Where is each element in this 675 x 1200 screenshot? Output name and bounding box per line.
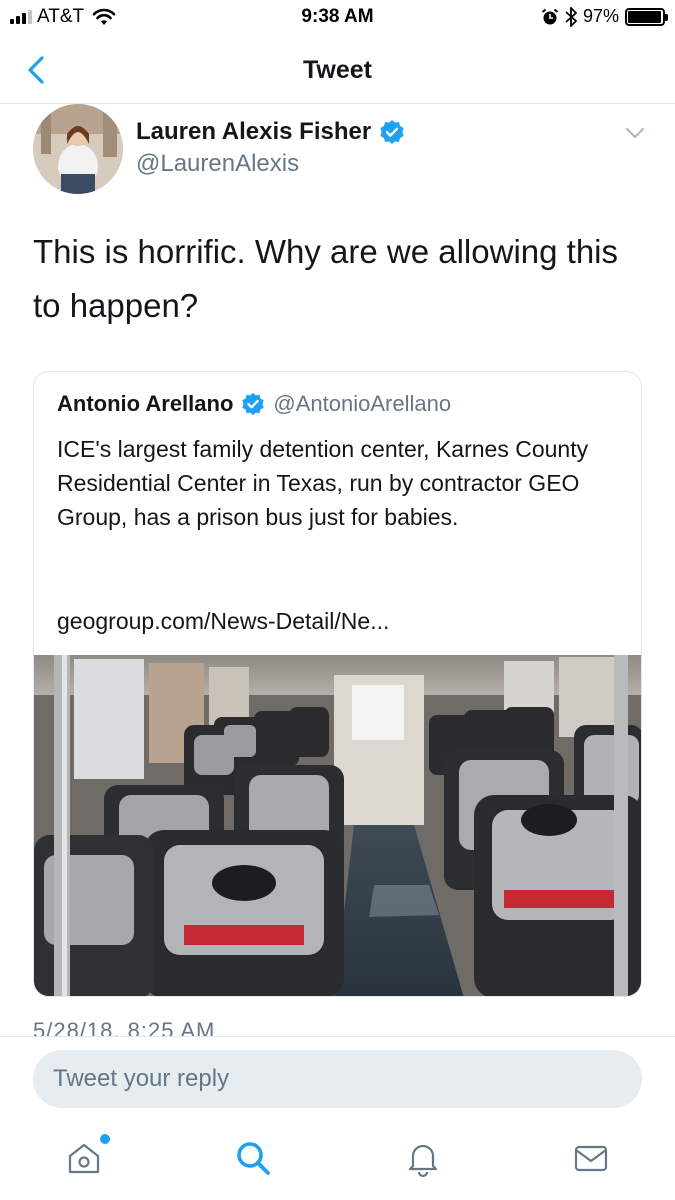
- author-name[interactable]: Lauren Alexis Fisher: [136, 118, 371, 146]
- battery-icon: [625, 7, 668, 26]
- verified-badge-icon: [242, 392, 265, 416]
- author-handle[interactable]: @LaurenAlexis: [136, 150, 299, 178]
- tab-home[interactable]: [64, 1134, 110, 1182]
- mail-icon: [574, 1145, 608, 1172]
- nav-header: Tweet: [0, 36, 675, 104]
- avatar[interactable]: [33, 104, 123, 194]
- bluetooth-icon: [565, 6, 577, 27]
- page-title: Tweet: [303, 56, 372, 84]
- quoted-link[interactable]: geogroup.com/News-Detail/Ne...: [57, 604, 389, 638]
- quoted-author-name: Antonio Arellano: [57, 391, 234, 416]
- tweet-author: Lauren Alexis Fisher @LaurenAlexis: [0, 104, 675, 204]
- battery-percent: 97%: [582, 6, 619, 26]
- tab-bar: [0, 1122, 675, 1200]
- author-name-row: Lauren Alexis Fisher: [136, 118, 405, 146]
- quoted-header: Antonio Arellano @AntonioArellano: [57, 391, 451, 417]
- reply-input[interactable]: [33, 1050, 642, 1108]
- chevron-down-icon[interactable]: [625, 126, 645, 140]
- status-bar: AT&T 9:38 AM 97%: [0, 0, 675, 36]
- tab-search[interactable]: [233, 1138, 277, 1182]
- alarm-icon: [541, 8, 559, 24]
- home-icon: [68, 1143, 100, 1174]
- tweet-text: This is horrific. Why are we allowing th…: [33, 233, 619, 324]
- verified-badge-icon: [380, 120, 404, 144]
- search-icon: [237, 1142, 270, 1175]
- reply-bar: [0, 1036, 675, 1122]
- tab-messages[interactable]: [571, 1138, 615, 1182]
- bus-interior-photo[interactable]: [34, 655, 642, 997]
- notification-dot: [100, 1134, 110, 1144]
- battery-fill: [628, 10, 661, 23]
- bell-icon: [408, 1144, 438, 1178]
- avatar-photo: [33, 104, 123, 194]
- quoted-author-handle: @AntonioArellano: [273, 391, 452, 416]
- status-right: 97%: [541, 6, 668, 27]
- quoted-text: ICE's largest family detention center, K…: [57, 436, 589, 530]
- quoted-tweet[interactable]: Antonio Arellano @AntonioArellano ICE's …: [33, 371, 642, 997]
- tab-notifications[interactable]: [403, 1138, 447, 1182]
